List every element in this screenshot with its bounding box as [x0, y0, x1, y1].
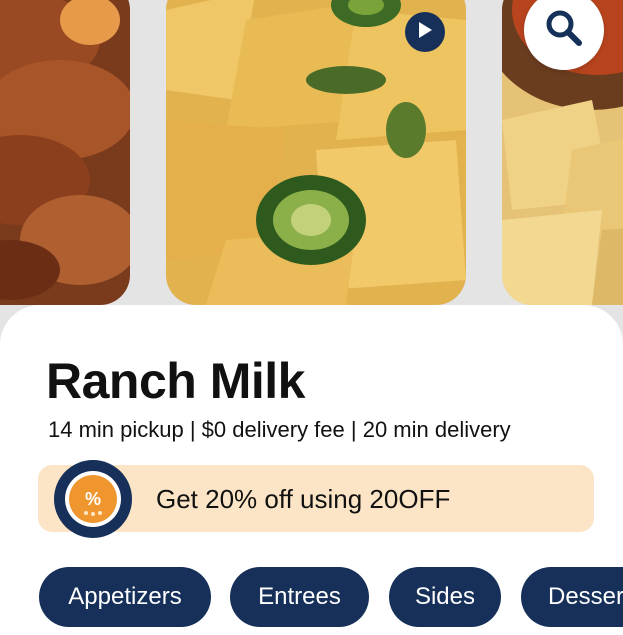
promo-text: Get 20% off using 20OFF	[156, 484, 451, 514]
photo-card-wings[interactable]	[0, 0, 130, 305]
category-tab-entrees[interactable]: Entrees	[230, 567, 369, 627]
category-tab-appetizers[interactable]: Appetizers	[39, 567, 211, 627]
delivery-info: 14 min pickup | $0 delivery fee | 20 min…	[48, 417, 511, 442]
discount-badge-icon: %	[53, 459, 133, 539]
search-icon	[544, 8, 584, 53]
restaurant-name: Ranch Milk	[46, 353, 305, 409]
category-tab-desserts[interactable]: Desserts	[521, 567, 623, 627]
badge-symbol: %	[85, 489, 101, 509]
play-icon	[417, 21, 433, 44]
category-tab-sides[interactable]: Sides	[389, 567, 501, 627]
play-video-button[interactable]	[405, 12, 445, 52]
category-tabs: Appetizers Entrees Sides Desserts	[0, 567, 623, 627]
